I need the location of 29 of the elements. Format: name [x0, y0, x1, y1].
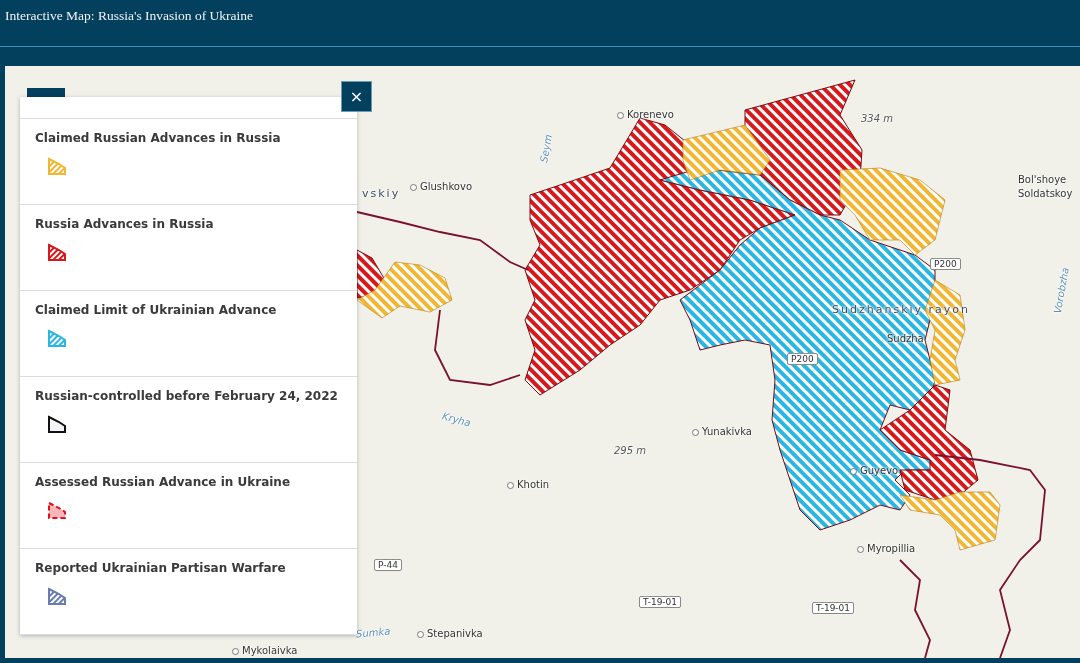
- legend-label: Russian-controlled before February 24, 2022: [35, 389, 338, 403]
- map-label: Bol'shoye: [1018, 174, 1067, 185]
- map-label: Seym: [538, 133, 554, 164]
- place-name: Stepanivka: [427, 628, 483, 639]
- map-label: Kryha: [441, 410, 472, 429]
- place-name: Khotin: [517, 479, 550, 490]
- legend-label: Claimed Limit of Ukrainian Advance: [35, 303, 277, 317]
- legend-label: Assessed Russian Advance in Ukraine: [35, 475, 291, 489]
- road-sign: T-19-01: [812, 602, 855, 614]
- legend-label: Claimed Russian Advances in Russia: [35, 131, 281, 145]
- map-label: 295 m: [614, 445, 646, 456]
- map-label: Vorobzha: [1051, 266, 1071, 315]
- place-name: Yunakivka: [702, 426, 752, 437]
- road-sign: P200: [787, 353, 818, 365]
- place-name: Glushkovo: [420, 181, 472, 192]
- legend-label: Russia Advances in Russia: [35, 217, 214, 231]
- map-label: Soldatskoy: [1018, 188, 1073, 199]
- map-label: vskiy: [362, 187, 401, 200]
- map-label: Sumka: [355, 625, 391, 640]
- road-sign: P-44: [374, 559, 402, 571]
- map-label: 334 m: [861, 113, 893, 124]
- close-button[interactable]: ×: [341, 81, 372, 112]
- place-name: Korenevo: [627, 109, 674, 120]
- legend-label: Reported Ukrainian Partisan Warfare: [35, 561, 286, 575]
- page-title: Interactive Map: Russia's Invasion of Ukraine: [5, 8, 254, 24]
- road-sign: P200: [930, 258, 961, 270]
- place-name: Mykolaivka: [242, 645, 298, 656]
- place-name: Myropillia: [867, 543, 916, 554]
- road-sign: T-19-01: [639, 596, 682, 608]
